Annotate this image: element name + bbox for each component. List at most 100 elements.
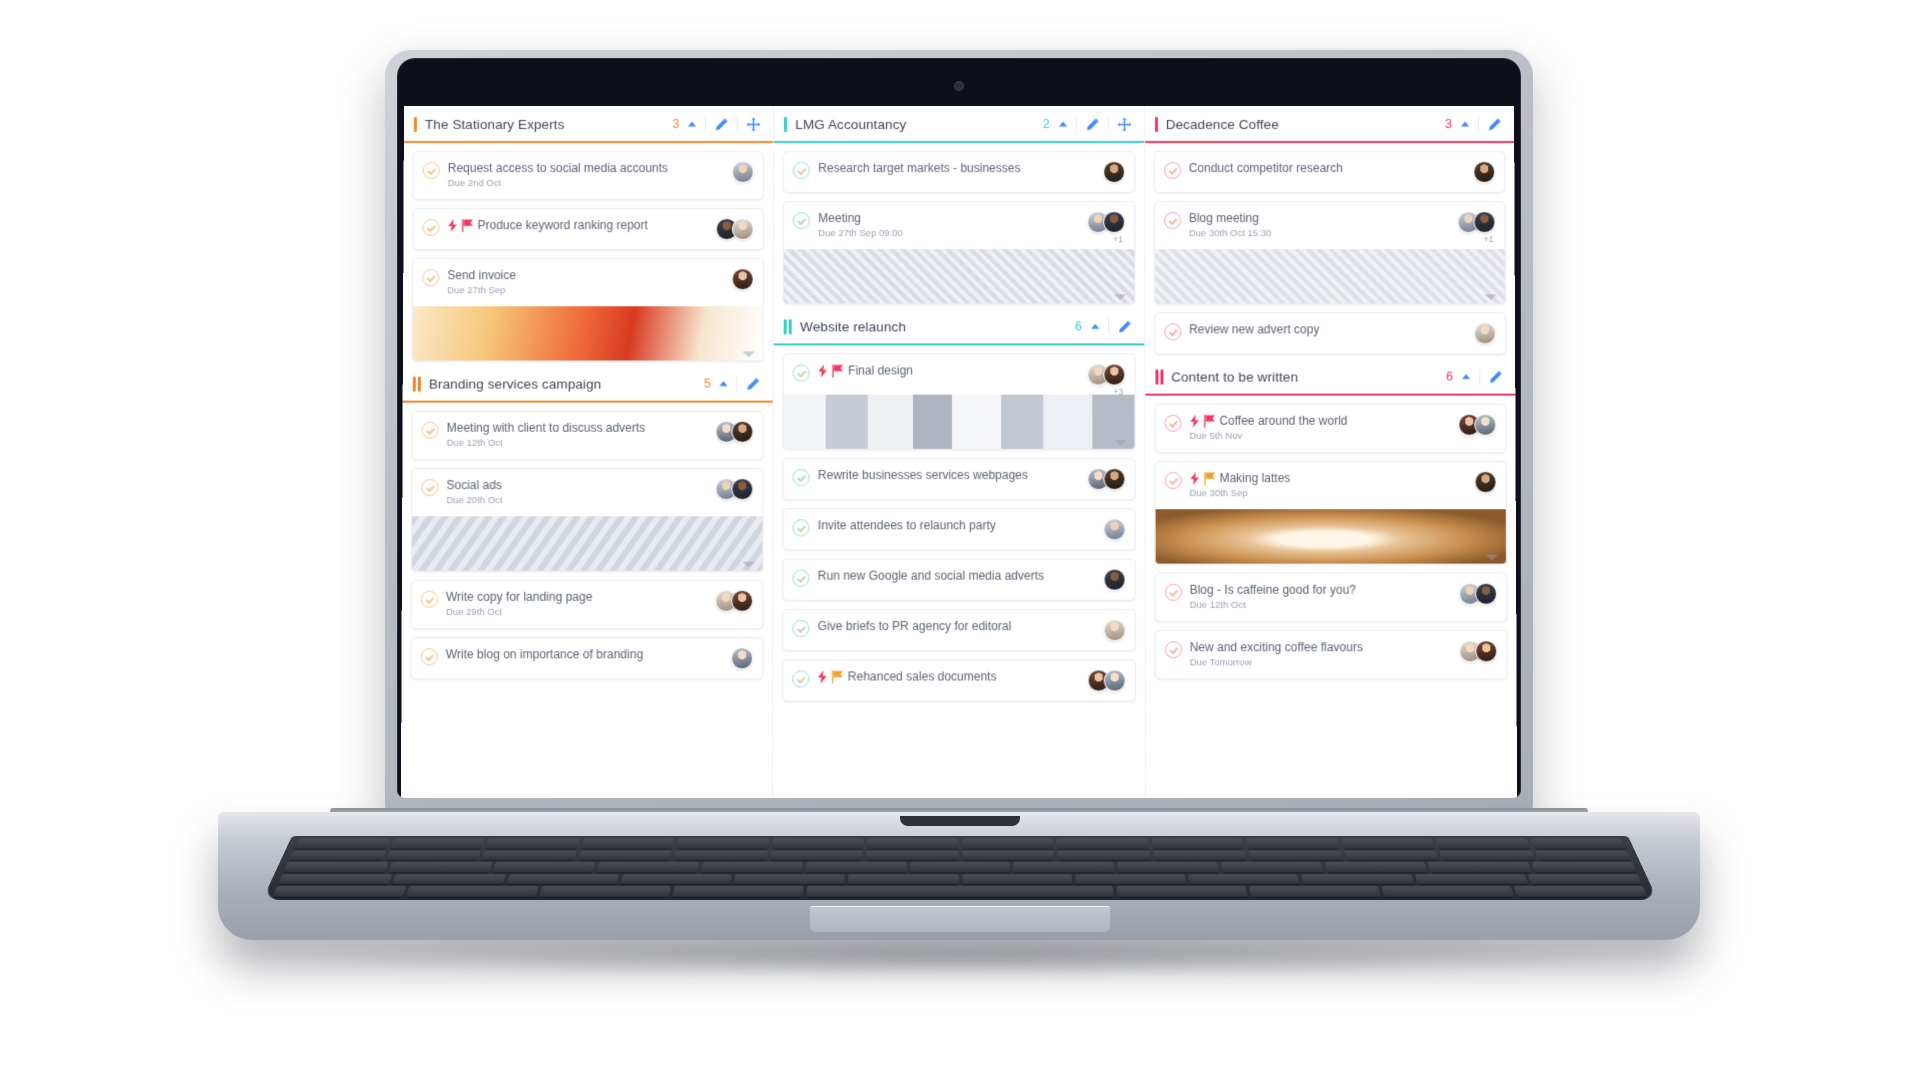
task-title-line: Give briefs to PR agency for editoral: [818, 619, 1095, 634]
task-card-body: Produce keyword ranking report: [413, 209, 763, 249]
assignee-avatars[interactable]: [1103, 518, 1126, 541]
task-card[interactable]: Making lattes Due 30th Sep: [1154, 460, 1507, 565]
task-card[interactable]: Social ads Due 20th Oct: [410, 467, 764, 572]
group-header[interactable]: The Stationary Experts 3: [403, 106, 774, 142]
task-card-text: Making lattes Due 30th Sep: [1189, 471, 1466, 500]
task-card[interactable]: New and exciting coffee flavours Due Tomo…: [1154, 630, 1508, 680]
keyboard-key: [700, 862, 804, 873]
task-card[interactable]: Coffee around the world Due 5th Nov: [1154, 403, 1507, 453]
assignee-avatars[interactable]: [1459, 640, 1498, 663]
complete-check-icon[interactable]: [1164, 414, 1182, 432]
complete-check-icon[interactable]: [1164, 323, 1182, 341]
assignee-avatars[interactable]: [715, 589, 754, 612]
assignee-avatars[interactable]: +1: [1086, 211, 1125, 244]
assignee-avatars[interactable]: [1473, 161, 1496, 184]
group-header[interactable]: Content to be written 6: [1145, 358, 1516, 394]
assignee-avatars[interactable]: [716, 218, 755, 241]
task-card[interactable]: Request access to social media accounts D…: [412, 151, 765, 201]
expand-chevron-icon[interactable]: [1114, 439, 1127, 446]
complete-check-icon[interactable]: [792, 468, 810, 487]
complete-check-icon[interactable]: [793, 162, 811, 180]
complete-check-icon[interactable]: [792, 364, 811, 382]
assignee-avatars[interactable]: [1458, 413, 1497, 436]
edit-pencil-icon[interactable]: [746, 376, 761, 391]
assignee-avatars[interactable]: [1102, 161, 1125, 184]
task-card[interactable]: Rehanced sales documents: [782, 659, 1136, 702]
task-card[interactable]: Blog - Is caffeine good for you? Due 12th…: [1154, 572, 1508, 623]
expand-chevron-icon[interactable]: [1484, 294, 1497, 301]
edit-pencil-icon[interactable]: [1487, 116, 1502, 131]
assignee-avatars[interactable]: +3: [1086, 363, 1126, 397]
edit-pencil-icon[interactable]: [1117, 319, 1132, 334]
complete-check-icon[interactable]: [1164, 472, 1182, 490]
complete-check-icon[interactable]: [792, 620, 810, 638]
expand-chevron-icon[interactable]: [742, 561, 755, 568]
edit-pencil-icon[interactable]: [1488, 369, 1503, 384]
expand-chevron-icon[interactable]: [1485, 554, 1498, 561]
collapse-chevron-icon[interactable]: [1461, 373, 1471, 381]
task-card[interactable]: Conduct competitor research: [1153, 151, 1506, 194]
complete-check-icon[interactable]: [1164, 641, 1182, 659]
keyboard-key: [1116, 862, 1220, 873]
expand-chevron-icon[interactable]: [742, 351, 755, 358]
assignee-avatars[interactable]: [1458, 582, 1498, 605]
assignee-avatars[interactable]: [1473, 322, 1497, 345]
complete-check-icon[interactable]: [421, 479, 439, 497]
complete-check-icon[interactable]: [1164, 583, 1182, 601]
group-header[interactable]: Branding services campaign 5: [402, 365, 773, 401]
task-card[interactable]: Research target markets - businesses: [783, 151, 1135, 194]
move-handle-icon[interactable]: [746, 116, 761, 131]
assignee-avatars[interactable]: [1087, 669, 1126, 692]
task-card[interactable]: Write blog on importance of branding: [410, 637, 764, 680]
assignee-avatars[interactable]: [715, 420, 754, 443]
assignee-avatars[interactable]: [731, 268, 755, 291]
collapse-chevron-icon[interactable]: [1058, 120, 1068, 128]
complete-check-icon[interactable]: [792, 670, 810, 688]
flag-icon: [832, 364, 844, 378]
group-header[interactable]: LMG Accountancy 2: [774, 106, 1144, 142]
expand-chevron-icon[interactable]: [1113, 294, 1126, 301]
collapse-chevron-icon[interactable]: [1460, 120, 1470, 128]
task-card[interactable]: Rewrite businesses services webpages: [782, 457, 1136, 501]
task-card[interactable]: Invite attendees to relaunch party: [782, 508, 1136, 551]
complete-check-icon[interactable]: [422, 162, 440, 180]
task-card[interactable]: Send invoice Due 27th Sep: [411, 258, 765, 362]
complete-check-icon[interactable]: [792, 519, 810, 537]
task-card[interactable]: Blog meeting Due 30th Oct 15:30 +1: [1153, 201, 1506, 305]
complete-check-icon[interactable]: [422, 219, 440, 237]
task-card[interactable]: Run new Google and social media adverts: [782, 558, 1136, 601]
task-card[interactable]: Produce keyword ranking report: [412, 208, 765, 251]
assignee-avatars[interactable]: [731, 647, 754, 670]
complete-check-icon[interactable]: [1163, 162, 1181, 180]
group-header[interactable]: Website relaunch 6: [773, 308, 1145, 344]
complete-check-icon[interactable]: [420, 648, 438, 666]
task-card[interactable]: Write copy for landing page Due 29th Oct: [410, 579, 764, 630]
collapse-chevron-icon[interactable]: [687, 120, 697, 128]
assignee-avatars[interactable]: [1103, 619, 1126, 642]
move-handle-icon[interactable]: [1117, 116, 1132, 131]
keyboard-key: [391, 874, 506, 885]
assignee-avatars[interactable]: [732, 161, 755, 184]
assignee-avatars[interactable]: +1: [1457, 211, 1496, 244]
edit-pencil-icon[interactable]: [1085, 116, 1100, 131]
complete-check-icon[interactable]: [421, 421, 439, 439]
group-header[interactable]: Decadence Coffee 3: [1144, 106, 1515, 142]
complete-check-icon[interactable]: [420, 590, 438, 608]
assignee-avatars[interactable]: [1103, 568, 1126, 591]
assignee-avatars[interactable]: [1087, 467, 1126, 491]
task-card[interactable]: Meeting Due 27th Sep 09:00 +1: [783, 201, 1135, 305]
edit-pencil-icon[interactable]: [714, 116, 729, 131]
task-card[interactable]: Meeting with client to discuss adverts Du…: [411, 410, 764, 460]
task-board[interactable]: The Stationary Experts 3 Request access to…: [400, 106, 1518, 798]
task-card[interactable]: Review new advert copy: [1153, 312, 1507, 355]
collapse-chevron-icon[interactable]: [1090, 322, 1100, 330]
assignee-avatars[interactable]: [715, 478, 754, 501]
assignee-avatars[interactable]: [1474, 470, 1497, 494]
complete-check-icon[interactable]: [793, 212, 811, 230]
task-card[interactable]: Final design +3: [782, 353, 1136, 450]
task-card[interactable]: Give briefs to PR agency for editoral: [782, 608, 1136, 652]
collapse-chevron-icon[interactable]: [719, 380, 729, 388]
complete-check-icon[interactable]: [1163, 212, 1181, 230]
complete-check-icon[interactable]: [792, 569, 810, 587]
complete-check-icon[interactable]: [422, 269, 440, 287]
